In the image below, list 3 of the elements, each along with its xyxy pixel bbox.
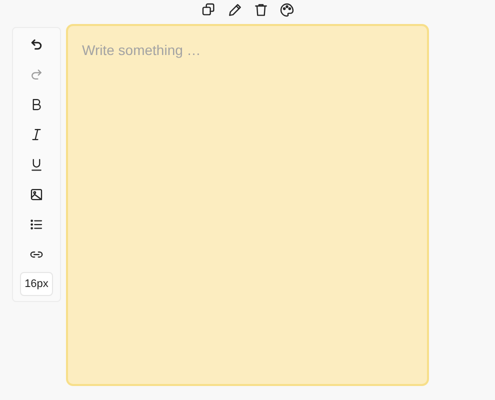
note-field[interactable]: Write something … <box>66 24 429 386</box>
palette-icon[interactable] <box>278 1 296 19</box>
font-size-button[interactable]: 16px <box>20 272 54 296</box>
